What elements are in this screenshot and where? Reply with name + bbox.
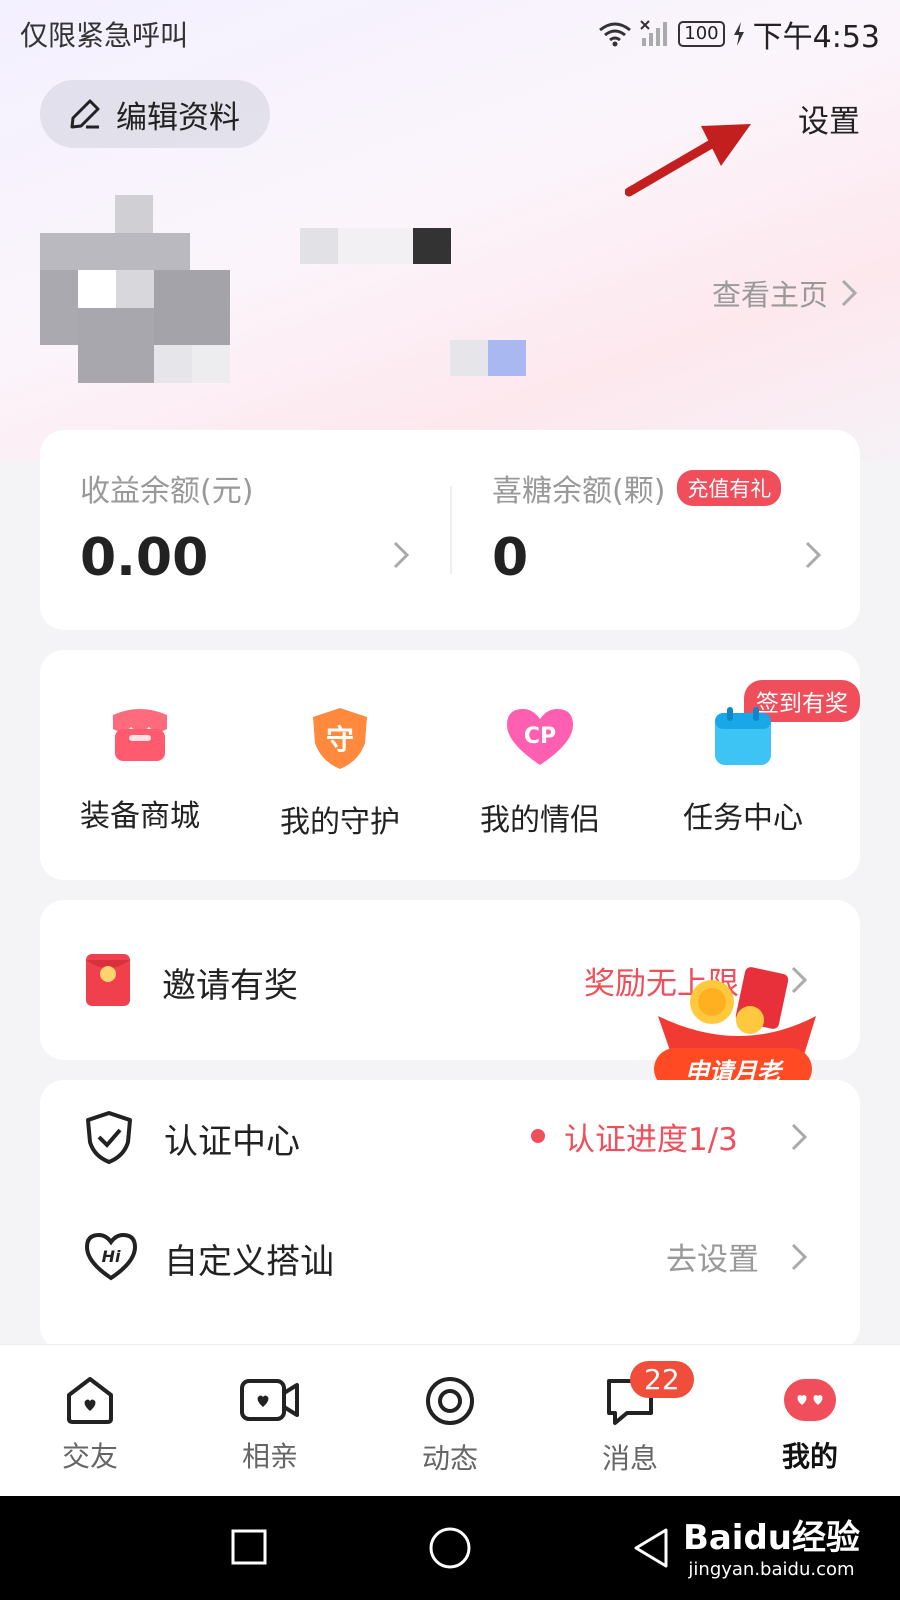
features-card: 签到有奖 装备商城 守 我的守护 CP 我的情侣 任务中心 xyxy=(40,650,860,880)
income-balance[interactable]: 收益余额(元) 0.00 xyxy=(80,466,253,588)
list-item-verification[interactable]: 认证中心 认证进度1/3 xyxy=(40,1080,860,1200)
guard-shield-icon: 守 xyxy=(313,708,367,769)
grid-item-tasks[interactable]: 任务中心 xyxy=(648,705,838,837)
tab-mine[interactable]: 我的 xyxy=(750,1375,870,1475)
watermark: Baidu经验 jingyan.baidu.com xyxy=(683,1510,860,1580)
income-label: 收益余额(元) xyxy=(80,474,254,509)
shop-icon xyxy=(113,709,167,761)
tab-messages[interactable]: 22 消息 xyxy=(570,1361,694,1477)
cp-heart-icon: CP xyxy=(507,709,573,765)
custom-greeting-action: 去设置 xyxy=(666,1242,759,1278)
watermark-logo: Baidu经验 xyxy=(682,1518,860,1558)
candy-value: 0 xyxy=(492,528,529,588)
list-item-custom-greeting[interactable]: Hi 自定义搭讪 去设置 xyxy=(40,1200,860,1320)
emergency-call-text: 仅限紧急呼叫 xyxy=(20,19,189,52)
battery-indicator: 100 xyxy=(678,21,725,47)
profile-icon xyxy=(784,1379,836,1421)
tab-dating[interactable]: 相亲 xyxy=(210,1375,330,1475)
view-homepage-link[interactable]: 查看主页 xyxy=(712,272,858,314)
red-dot-icon xyxy=(531,1129,545,1143)
grid-item-shop[interactable]: 装备商城 xyxy=(45,705,235,835)
grid-item-couple[interactable]: CP 我的情侣 xyxy=(445,705,635,839)
video-icon xyxy=(240,1379,299,1421)
tab-label: 动态 xyxy=(421,1442,478,1475)
tab-moments[interactable]: 动态 xyxy=(390,1375,510,1477)
chevron-right-icon xyxy=(805,541,822,569)
annotation-arrow xyxy=(625,124,751,197)
verification-progress: 认证进度1/3 xyxy=(564,1122,738,1158)
username-obscured xyxy=(300,228,526,376)
divider xyxy=(450,486,452,574)
settings-list-card: 认证中心 认证进度1/3 Hi 自定义搭讪 去设置 xyxy=(40,1080,860,1350)
edit-profile-label: 编辑资料 xyxy=(116,99,240,136)
avatar[interactable] xyxy=(40,195,230,385)
back-icon[interactable] xyxy=(630,1526,670,1570)
charging-icon xyxy=(733,22,744,46)
recent-apps-icon[interactable] xyxy=(230,1528,268,1566)
candy-balance[interactable]: 喜糖余额(颗) 充值有礼 0 xyxy=(492,466,782,588)
list-item-label: 自定义搭讪 xyxy=(164,1242,334,1282)
pencil-icon xyxy=(70,99,100,129)
view-home-label: 查看主页 xyxy=(711,278,828,312)
svg-text:守: 守 xyxy=(326,723,354,756)
grid-item-guard[interactable]: 守 我的守护 xyxy=(245,705,435,841)
bottom-tab-bar: 交友 相亲 动态 22 消息 我的 xyxy=(0,1344,900,1497)
edit-profile-button[interactable]: 编辑资料 xyxy=(40,80,270,148)
svg-text:Hi: Hi xyxy=(102,1247,121,1266)
tab-label: 交友 xyxy=(61,1440,118,1473)
chevron-right-icon xyxy=(791,1123,808,1151)
shield-check-icon xyxy=(86,1111,132,1164)
svg-text:CP: CP xyxy=(524,724,556,749)
system-nav-bar: Baidu经验 jingyan.baidu.com xyxy=(0,1496,900,1600)
home-button-icon[interactable] xyxy=(428,1526,472,1570)
calendar-icon xyxy=(715,707,771,765)
tab-label: 我的 xyxy=(781,1440,838,1473)
grid-item-label: 装备商城 xyxy=(80,799,200,834)
settings-button[interactable]: 设置 xyxy=(798,96,860,141)
grid-item-label: 任务中心 xyxy=(683,801,803,836)
status-bar: 仅限紧急呼叫 100 下午4:53 xyxy=(0,0,900,62)
signal-icon xyxy=(640,20,668,46)
income-value: 0.00 xyxy=(80,528,209,588)
tab-friends[interactable]: 交友 xyxy=(30,1375,150,1475)
matchmaker-promo[interactable]: 申请月老 xyxy=(650,960,830,1100)
moments-icon xyxy=(426,1377,474,1425)
candy-label: 喜糖余额(颗) xyxy=(492,474,666,509)
tab-label: 相亲 xyxy=(241,1440,298,1473)
clock: 下午4:53 xyxy=(752,20,880,55)
chevron-right-icon xyxy=(841,279,858,307)
message-count-badge: 22 xyxy=(630,1361,694,1398)
list-item-label: 认证中心 xyxy=(164,1122,300,1162)
invite-label: 邀请有奖 xyxy=(162,966,298,1006)
red-envelope-icon xyxy=(86,954,130,1006)
home-icon xyxy=(67,1377,113,1424)
wifi-icon xyxy=(599,22,632,47)
chevron-right-icon xyxy=(393,541,410,569)
grid-item-label: 我的守护 xyxy=(280,805,400,840)
chevron-right-icon xyxy=(791,1243,808,1271)
watermark-url: jingyan.baidu.com xyxy=(688,1559,855,1580)
tab-label: 消息 xyxy=(601,1442,658,1475)
grid-item-label: 我的情侣 xyxy=(480,803,600,838)
balance-card: 收益余额(元) 0.00 喜糖余额(颗) 充值有礼 0 xyxy=(40,430,860,630)
hi-heart-icon: Hi xyxy=(84,1232,138,1281)
recharge-badge: 充值有礼 xyxy=(677,470,782,506)
